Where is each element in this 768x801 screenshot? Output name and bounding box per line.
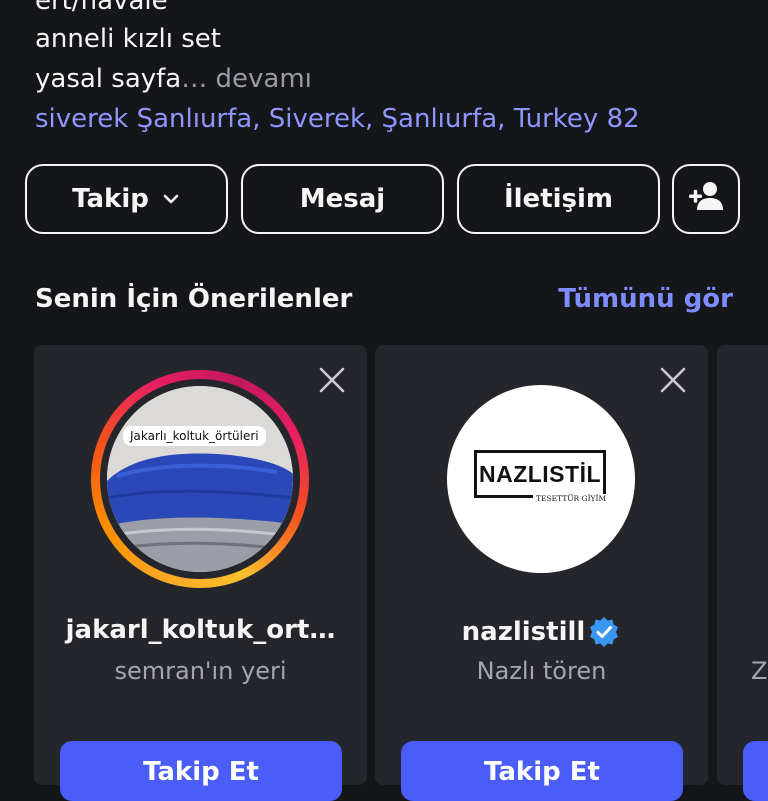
suggestion-username[interactable]: jakarl_koltuk_ort… <box>34 615 367 645</box>
location-link[interactable]: siverek Şanlıurfa, Siverek, Şanlıurfa, T… <box>35 104 640 134</box>
suggestion-subtitle: Ze <box>751 657 768 685</box>
avatar-photo-image <box>107 386 293 572</box>
follow-button[interactable]: Takip Et <box>401 741 683 801</box>
following-button[interactable]: Takip <box>25 164 228 234</box>
follow-button[interactable] <box>743 741 768 801</box>
contact-button[interactable]: İletişim <box>457 164 660 234</box>
bio-line-text: yasal sayfa <box>35 64 182 94</box>
suggestions-title: Senin İçin Önerilenler <box>35 284 353 314</box>
bio-line: anneli kızlı set <box>35 24 221 54</box>
bio-line: yasal sayfa… devamı <box>35 64 312 94</box>
suggestion-card[interactable]: Ze <box>717 345 768 801</box>
verified-badge-icon <box>587 615 621 649</box>
add-user-icon <box>687 180 725 219</box>
suggestion-username-text: jakarl_koltuk_ort… <box>65 615 336 645</box>
suggestion-subtitle: semran'ın yeri <box>114 657 287 685</box>
suggestion-card[interactable]: NAZLISTİL TESETTÜR GİYİM nazlistill Nazl… <box>375 345 708 801</box>
close-icon[interactable] <box>317 365 347 395</box>
add-user-button[interactable] <box>672 164 740 234</box>
message-button[interactable]: Mesaj <box>241 164 444 234</box>
bio-line-cut: ert/havale <box>35 0 168 16</box>
brand-logo: NAZLISTİL <box>474 450 606 498</box>
contact-label: İletişim <box>503 184 614 214</box>
chevron-down-icon <box>161 189 181 209</box>
story-ring[interactable]: Jakarlı_koltuk_örtüleri <box>91 370 309 588</box>
close-icon[interactable] <box>658 365 688 395</box>
avatar-border: Jakarlı_koltuk_örtüleri <box>100 379 300 579</box>
suggestion-username-text: nazlistill <box>461 617 586 647</box>
suggestion-card[interactable]: Jakarlı_koltuk_örtüleri jakarl_koltuk_or… <box>34 345 367 801</box>
message-label: Mesaj <box>299 184 386 214</box>
avatar[interactable]: NAZLISTİL TESETTÜR GİYİM <box>447 385 635 573</box>
avatar: Jakarlı_koltuk_örtüleri <box>107 386 293 572</box>
bio-more-link[interactable]: … devamı <box>181 64 312 94</box>
photo-caption: Jakarlı_koltuk_örtüleri <box>123 426 266 446</box>
suggestion-subtitle: Nazlı tören <box>476 657 607 685</box>
brand-logo-subtext: TESETTÜR GİYİM <box>533 494 610 503</box>
suggestion-username[interactable]: nazlistill <box>375 615 708 649</box>
following-label: Takip <box>72 184 149 214</box>
see-all-link[interactable]: Tümünü gör <box>558 284 733 314</box>
follow-button[interactable]: Takip Et <box>60 741 342 801</box>
